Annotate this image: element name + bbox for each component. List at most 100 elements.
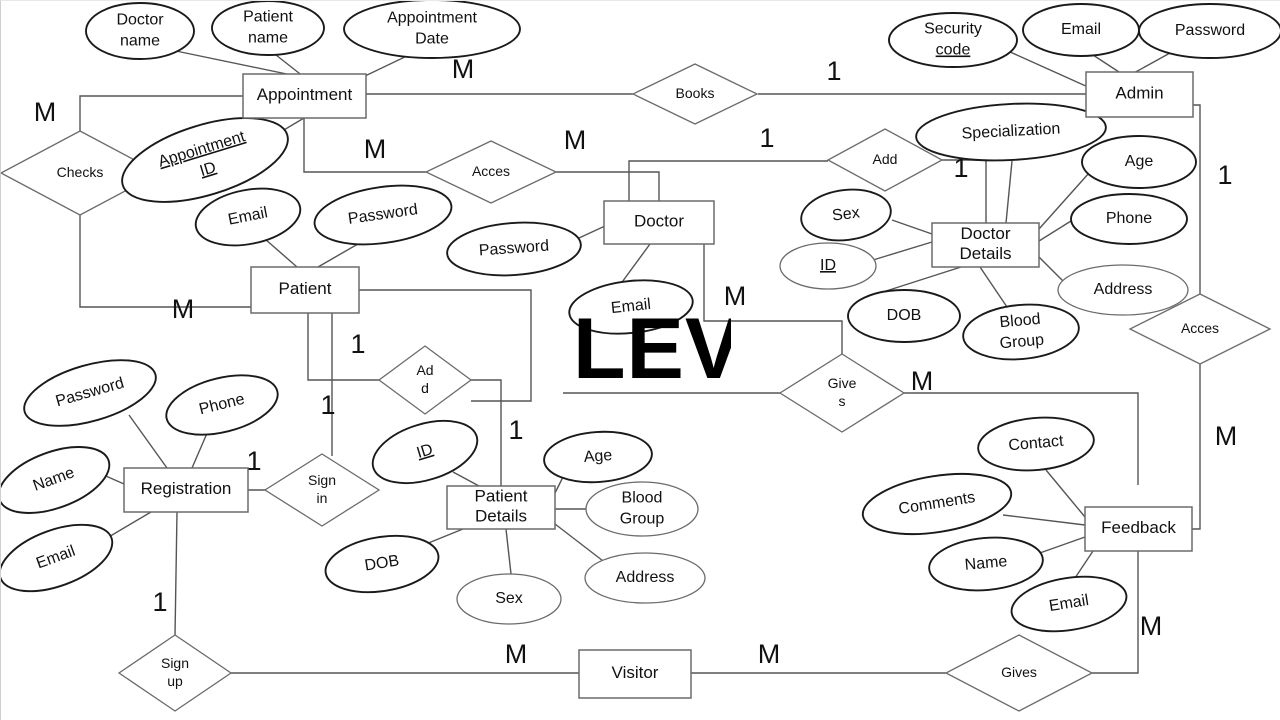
entity-admin[interactable]: Admin xyxy=(1085,71,1194,118)
attribute-dd-age[interactable]: Age xyxy=(1081,135,1197,189)
attribute-fb-contact[interactable]: Contact xyxy=(976,413,1096,475)
attribute-pd-address[interactable]: Address xyxy=(584,552,706,604)
relationship-sign_in[interactable]: Sign in xyxy=(263,453,381,527)
attribute-label: Sex xyxy=(831,205,860,225)
entity-label: Visitor xyxy=(612,663,659,682)
attribute-label: ID xyxy=(820,257,836,274)
entity-registration[interactable]: Registration xyxy=(123,467,249,513)
er-diagram-svg: Checks Books Acces Add Acces Ad d Sign in Give s Si… xyxy=(1,1,1280,712)
relationship-gives_2[interactable]: Gives xyxy=(944,634,1094,712)
cardinality-card-gives-fb: M xyxy=(911,366,934,396)
attribute-pd-blood-group[interactable]: Blood Group xyxy=(585,481,699,537)
attribute-label: Email xyxy=(1061,21,1101,38)
entity-visitor[interactable]: Visitor xyxy=(578,649,692,699)
attribute-dd-address[interactable]: Address xyxy=(1057,264,1189,316)
connector-e-reg-signup xyxy=(174,511,178,637)
attribute-dd-id[interactable]: ID xyxy=(779,242,877,290)
attribute-dd-sex[interactable]: Sex xyxy=(798,185,893,246)
connector-e-dd-dob xyxy=(882,266,962,293)
attribute-reg-phone[interactable]: Phone xyxy=(160,365,284,445)
connector-e-admin-acces2 xyxy=(1193,104,1201,295)
entity-feedback[interactable]: Feedback xyxy=(1084,506,1193,552)
ellipse-shape xyxy=(962,303,1080,361)
entity-label: Patient xyxy=(279,279,332,298)
connector-e-dd-id xyxy=(872,241,933,261)
attribute-admin-email[interactable]: Email xyxy=(1022,3,1140,57)
relationship-books[interactable]: Books xyxy=(631,63,759,125)
entity-appointment[interactable]: Appointment xyxy=(242,73,367,119)
attribute-label: DOB xyxy=(887,307,922,324)
attribute-fb-name[interactable]: Name xyxy=(927,533,1045,595)
entity-label: Feedback xyxy=(1101,518,1176,537)
attribute-label: Age xyxy=(583,447,613,466)
attribute-label: Address xyxy=(1094,281,1153,298)
attribute-patient-password[interactable]: Password xyxy=(311,178,455,253)
entity-label: Doctor xyxy=(634,212,684,231)
attribute-pd-sex[interactable]: Sex xyxy=(456,573,562,625)
cardinality-card-acces-doctor: M xyxy=(564,125,587,155)
attribute-pd-dob[interactable]: DOB xyxy=(321,528,442,599)
relationship-gives_1[interactable]: Give s xyxy=(778,353,906,433)
attribute-label: Sex xyxy=(495,590,523,607)
entity-label: Patient Details xyxy=(475,487,528,526)
attribute-label: Address xyxy=(616,569,675,586)
cardinality-card-add-dd: 1 xyxy=(953,153,968,183)
relationship-add_pat[interactable]: Ad d xyxy=(377,345,473,415)
relationship-label: Acces xyxy=(1181,320,1219,336)
connector-e-reg-phone xyxy=(191,430,209,469)
attribute-label: Age xyxy=(1125,153,1154,170)
cardinality-card-doctor-add: 1 xyxy=(759,123,774,153)
entity-label: Doctor Details xyxy=(960,224,1012,263)
relationship-label: Checks xyxy=(57,164,104,180)
relationship-acces_1[interactable]: Acces xyxy=(424,140,558,204)
cardinality-card-acces2-fb: M xyxy=(1215,421,1238,451)
cardinality-card-reg-signup: 1 xyxy=(152,587,167,617)
entity-patient[interactable]: Patient xyxy=(250,266,360,314)
connector-e-doctor-pass xyxy=(578,225,606,239)
attribute-pd-id[interactable]: ID xyxy=(365,409,485,494)
attribute-dd-dob[interactable]: DOB xyxy=(847,289,961,343)
cardinality-card-reg-signin: 1 xyxy=(246,446,261,476)
cardinality-card-appt-books: M xyxy=(452,54,475,84)
entity-patient_details[interactable]: Patient Details xyxy=(446,485,556,530)
attribute-pd-age[interactable]: Age xyxy=(542,428,653,485)
attribute-admin-password[interactable]: Password xyxy=(1138,3,1280,59)
attribute-label: Phone xyxy=(1106,210,1152,227)
connector-e-acces2-fb xyxy=(1192,363,1201,530)
connector-e-patient-email xyxy=(264,238,298,268)
attribute-dd-phone[interactable]: Phone xyxy=(1070,193,1188,245)
attribute-appt-doctor-name[interactable]: Doctor name xyxy=(85,2,195,60)
relationship-sign_up[interactable]: Sign up xyxy=(117,634,233,712)
connector-e-pd-address xyxy=(554,523,608,565)
attribute-admin-security[interactable]: Security code xyxy=(888,12,1018,68)
cardinality-card-appt-acces: M xyxy=(364,134,387,164)
connector-e-acces1-doctor xyxy=(556,171,660,201)
relationship-label: Add xyxy=(873,151,898,167)
connector-e-admin-pass xyxy=(1131,52,1171,75)
entity-doctor_details[interactable]: Doctor Details xyxy=(931,222,1040,268)
attribute-dd-specialization[interactable]: Specialization xyxy=(915,99,1108,165)
connector-e-fb-comments xyxy=(1002,514,1086,526)
connector-e-fb-name xyxy=(1036,536,1086,555)
attribute-reg-name[interactable]: Name xyxy=(1,434,118,526)
cardinality-card-books-admin: 1 xyxy=(826,56,841,86)
relationship-label: Books xyxy=(676,85,715,101)
connector-e-dd-blood xyxy=(979,266,1008,308)
attribute-reg-email[interactable]: Email xyxy=(1,512,121,605)
entity-label: Registration xyxy=(141,479,232,498)
relationship-label: Gives xyxy=(1001,664,1037,680)
attribute-doctor-password[interactable]: Password xyxy=(445,218,582,279)
connector-e-patient-addpat xyxy=(307,313,381,381)
cardinality-card-patient-add: 1 xyxy=(320,390,335,420)
attribute-reg-password[interactable]: Password xyxy=(17,347,163,438)
attribute-dd-blood-group[interactable]: BloodGroup xyxy=(961,300,1081,364)
attribute-doctor-email[interactable]: Email xyxy=(567,275,696,340)
cardinality-card-patient-signin: 1 xyxy=(350,329,365,359)
attribute-appt-patient-name[interactable]: Patient name xyxy=(211,1,325,56)
entity-label: Appointment xyxy=(257,85,353,104)
attribute-fb-comments[interactable]: Comments xyxy=(859,465,1016,544)
connector-e-dd-special xyxy=(1005,160,1013,224)
cardinality-card-patient-checks: M xyxy=(172,294,195,324)
attribute-appt-date[interactable]: Appointment Date xyxy=(343,1,521,59)
entity-doctor[interactable]: Doctor xyxy=(603,200,715,245)
